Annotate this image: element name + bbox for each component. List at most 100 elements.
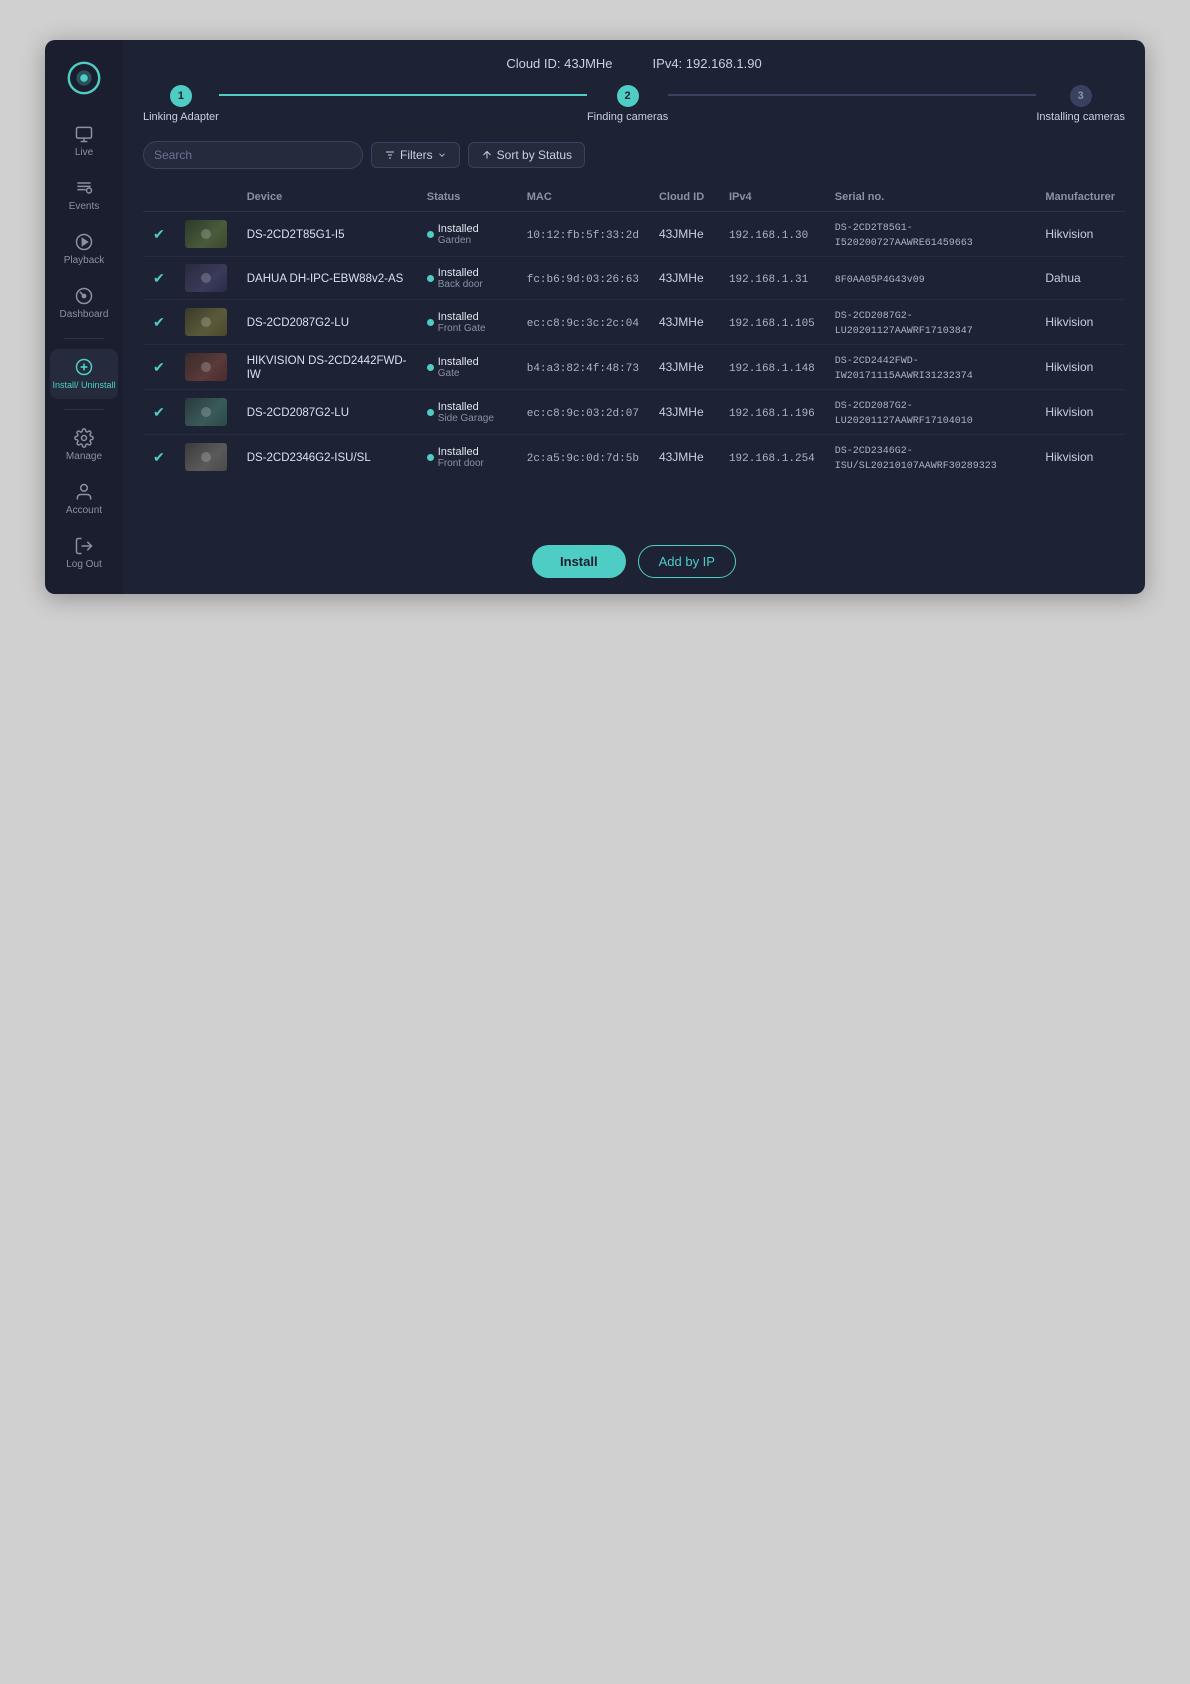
step-label-1: Linking Adapter — [143, 111, 219, 123]
sidebar-item-manage[interactable]: Manage — [50, 420, 118, 470]
th-serial: Serial no. — [825, 183, 1036, 212]
status-badge: Installed Front door — [427, 446, 484, 469]
serial-number: DS-2CD2T85G1-I520200727AAWRE61459663 — [835, 223, 973, 249]
main-content: Cloud ID: 43JMHe IPv4: 192.168.1.90 1 Li… — [123, 40, 1145, 594]
sidebar-label-logout: Log Out — [66, 559, 102, 570]
manufacturer-name: Hikvision — [1045, 360, 1093, 374]
row-check-cell[interactable]: ✔ — [143, 300, 175, 345]
row-device-cell: HIKVISION DS-2CD2442FWD-IW — [237, 345, 417, 390]
row-serial-cell: DS-2CD2087G2-LU20201127AAWRF17103847 — [825, 300, 1036, 345]
step-3: 3 Installing cameras — [1036, 85, 1125, 123]
status-main: Installed — [438, 356, 479, 368]
ipv4-value: 192.168.1.196 — [729, 408, 815, 420]
row-device-cell: DS-2CD2087G2-LU — [237, 390, 417, 435]
sidebar-item-dashboard[interactable]: Dashboard — [50, 278, 118, 328]
check-icon: ✔ — [153, 359, 165, 375]
status-sub: Back door — [438, 279, 483, 290]
footer-buttons: Install Add by IP — [143, 545, 1125, 578]
serial-number: DS-2CD2087G2-LU20201127AAWRF17104010 — [835, 401, 973, 427]
sidebar-label-account: Account — [66, 505, 102, 516]
status-sub: Garden — [438, 235, 479, 246]
thumbnail-image — [185, 264, 227, 292]
status-badge: Installed Back door — [427, 267, 483, 290]
ipv4-value: 192.168.1.105 — [729, 318, 815, 330]
th-ipv4: IPv4 — [719, 183, 825, 212]
ipv4-value: 192.168.1.31 — [729, 274, 808, 286]
sidebar-item-live[interactable]: Live — [50, 116, 118, 166]
sidebar-item-account[interactable]: Account — [50, 474, 118, 524]
camera-thumbnail — [185, 220, 227, 248]
row-mac-cell: 2c:a5:9c:0d:7d:5b — [517, 435, 649, 480]
camera-thumbnail — [185, 443, 227, 471]
row-mac-cell: ec:c8:9c:3c:2c:04 — [517, 300, 649, 345]
mac-address: 2c:a5:9c:0d:7d:5b — [527, 453, 639, 465]
status-badge: Installed Front Gate — [427, 311, 486, 334]
row-cloud-cell: 43JMHe — [649, 300, 719, 345]
camera-table: Device Status MAC Cloud ID IPv4 Serial n… — [143, 183, 1125, 527]
status-main: Installed — [438, 401, 494, 413]
sort-label: Sort by Status — [497, 148, 572, 162]
row-cloud-cell: 43JMHe — [649, 435, 719, 480]
device-name: HIKVISION DS-2CD2442FWD-IW — [247, 355, 407, 381]
step-circle-3: 3 — [1070, 85, 1092, 107]
row-check-cell[interactable]: ✔ — [143, 390, 175, 435]
row-check-cell[interactable]: ✔ — [143, 257, 175, 300]
add-by-ip-button[interactable]: Add by IP — [638, 545, 736, 578]
row-serial-cell: DS-2CD2346G2-ISU/SL20210107AAWRF30289323 — [825, 435, 1036, 480]
status-sub: Gate — [438, 368, 479, 379]
step-label-2: Finding cameras — [587, 111, 668, 123]
row-status-cell: Installed Back door — [417, 257, 517, 300]
toolbar: Filters Sort by Status — [143, 141, 1125, 169]
ipv4-value: 192.168.1.148 — [729, 363, 815, 375]
camera-thumbnail — [185, 353, 227, 381]
sidebar-divider — [64, 338, 104, 339]
sidebar-label-manage: Manage — [66, 451, 102, 462]
mac-address: ec:c8:9c:3c:2c:04 — [527, 318, 639, 330]
row-cloud-cell: 43JMHe — [649, 345, 719, 390]
check-icon: ✔ — [153, 270, 165, 286]
row-cloud-cell: 43JMHe — [649, 390, 719, 435]
app-wrapper: Live Events Playback Dashboard — [45, 40, 1145, 594]
sidebar-label-live: Live — [75, 147, 93, 158]
status-badge: Installed Side Garage — [427, 401, 494, 424]
row-status-cell: Installed Front door — [417, 435, 517, 480]
sidebar-item-playback[interactable]: Playback — [50, 224, 118, 274]
sidebar-item-install[interactable]: Install/ Uninstall — [50, 349, 118, 399]
sidebar-label-events: Events — [69, 201, 100, 212]
sort-button[interactable]: Sort by Status — [468, 142, 585, 168]
status-dot-icon — [427, 364, 434, 371]
ipv4-value: 192.168.1.254 — [729, 453, 815, 465]
row-manufacturer-cell: Hikvision — [1035, 345, 1125, 390]
manufacturer-name: Hikvision — [1045, 227, 1093, 241]
status-dot-icon — [427, 319, 434, 326]
row-device-cell: DAHUA DH-IPC-EBW88v2-AS — [237, 257, 417, 300]
check-icon: ✔ — [153, 449, 165, 465]
search-input[interactable] — [143, 141, 363, 169]
row-check-cell[interactable]: ✔ — [143, 345, 175, 390]
install-button[interactable]: Install — [532, 545, 626, 578]
step-line-1 — [219, 94, 587, 96]
thumbnail-image — [185, 353, 227, 381]
table-body: ✔ DS-2CD2T85G1-I5 Installed Garden — [143, 212, 1125, 480]
row-cloud-cell: 43JMHe — [649, 212, 719, 257]
cloud-id-value: 43JMHe — [659, 315, 704, 329]
status-sub: Side Garage — [438, 413, 494, 424]
row-status-cell: Installed Side Garage — [417, 390, 517, 435]
camera-thumbnail — [185, 264, 227, 292]
sidebar-item-events[interactable]: Events — [50, 170, 118, 220]
check-icon: ✔ — [153, 314, 165, 330]
filter-button[interactable]: Filters — [371, 142, 460, 168]
row-ipv4-cell: 192.168.1.148 — [719, 345, 825, 390]
row-manufacturer-cell: Hikvision — [1035, 300, 1125, 345]
device-name: DS-2CD2346G2-ISU/SL — [247, 452, 371, 464]
row-ipv4-cell: 192.168.1.105 — [719, 300, 825, 345]
status-sub: Front door — [438, 458, 484, 469]
table-row: ✔ DS-2CD2T85G1-I5 Installed Garden — [143, 212, 1125, 257]
row-thumb-cell — [175, 257, 237, 300]
sidebar-item-logout[interactable]: Log Out — [50, 528, 118, 578]
row-serial-cell: DS-2CD2442FWD-IW20171115AAWRI31232374 — [825, 345, 1036, 390]
row-mac-cell: b4:a3:82:4f:48:73 — [517, 345, 649, 390]
row-check-cell[interactable]: ✔ — [143, 435, 175, 480]
device-name: DS-2CD2087G2-LU — [247, 317, 349, 329]
row-check-cell[interactable]: ✔ — [143, 212, 175, 257]
